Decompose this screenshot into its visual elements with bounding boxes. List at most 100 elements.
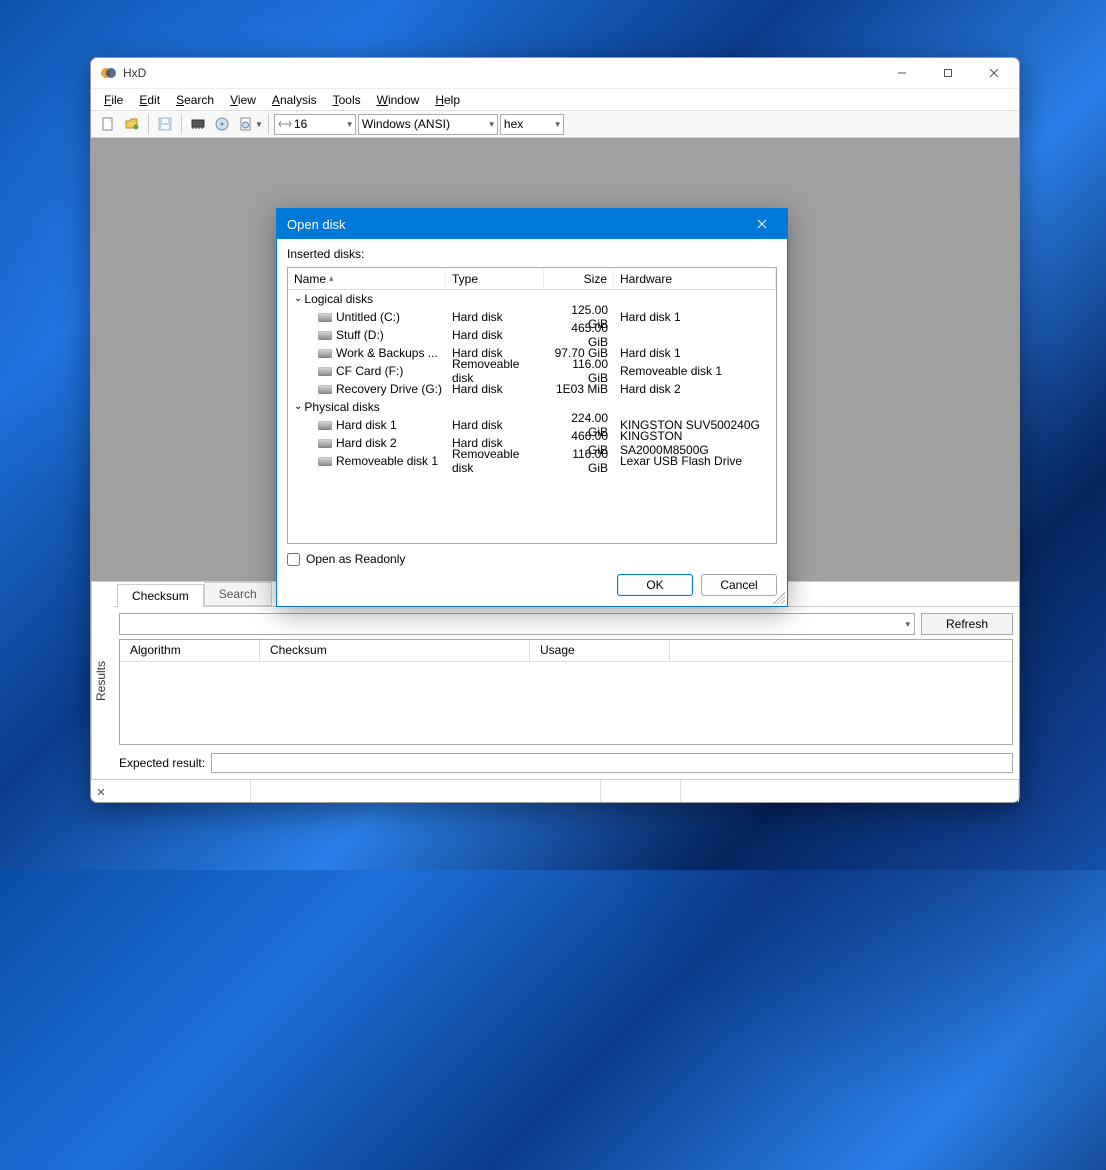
disk-row[interactable]: Recovery Drive (G:)Hard disk1E03 MiBHard… xyxy=(288,380,776,398)
bottom-panel: Results Checksum Search ▾ Refresh Algori… xyxy=(91,582,1019,779)
disk-icon xyxy=(318,457,332,466)
open-disk-dialog: Open disk Inserted disks: Name ▴ Type Si… xyxy=(276,208,788,607)
disk-image-icon xyxy=(238,116,254,132)
number-base-value: hex xyxy=(504,117,523,131)
maximize-button[interactable] xyxy=(925,58,971,88)
new-file-button[interactable] xyxy=(97,113,119,135)
open-readonly-checkbox[interactable]: Open as Readonly xyxy=(287,552,777,566)
refresh-button[interactable]: Refresh xyxy=(921,613,1013,635)
readonly-label: Open as Readonly xyxy=(306,552,405,566)
menu-search[interactable]: Search xyxy=(169,91,221,109)
disk-size: 116.00 GiB xyxy=(544,357,614,385)
close-icon xyxy=(989,68,999,78)
menu-help[interactable]: Help xyxy=(428,91,467,109)
disk-image-button[interactable] xyxy=(235,113,257,135)
disk-name: Work & Backups ... xyxy=(336,346,438,360)
minimize-button[interactable] xyxy=(879,58,925,88)
disk-type: Hard disk xyxy=(446,382,544,396)
disk-name: Untitled (C:) xyxy=(336,310,400,324)
disk-size: 116.00 GiB xyxy=(544,447,614,475)
chevron-down-icon: ▾ xyxy=(905,619,910,630)
col-usage[interactable]: Usage xyxy=(530,640,670,661)
readonly-checkbox-input[interactable] xyxy=(287,553,300,566)
disk-button[interactable] xyxy=(211,113,233,135)
cancel-button[interactable]: Cancel xyxy=(701,574,777,596)
disk-icon xyxy=(318,421,332,430)
ram-icon xyxy=(190,116,206,132)
disk-list[interactable]: Name ▴ Type Size Hardware ⌄ Logical disk… xyxy=(287,267,777,544)
col-checksum[interactable]: Checksum xyxy=(260,640,530,661)
disk-icon xyxy=(318,313,332,322)
chevron-down-icon: ⌄ xyxy=(294,401,302,412)
menubar: File Edit Search View Analysis Tools Win… xyxy=(91,88,1019,110)
dialog-close-button[interactable] xyxy=(747,209,777,239)
save-icon xyxy=(157,116,173,132)
ok-button[interactable]: OK xyxy=(617,574,693,596)
dialog-titlebar[interactable]: Open disk xyxy=(277,209,787,239)
group-label: Physical disks xyxy=(304,400,379,414)
panel-close-button[interactable]: ✕ xyxy=(93,784,109,800)
algorithm-combo[interactable]: ▾ xyxy=(119,613,915,635)
col-header-name[interactable]: Name ▴ xyxy=(288,269,446,289)
disk-hardware: Removeable disk 1 xyxy=(614,364,776,378)
app-icon xyxy=(101,65,117,81)
expected-result-label: Expected result: xyxy=(119,756,205,770)
disk-group[interactable]: ⌄ Physical disks xyxy=(288,398,776,416)
disk-type: Hard disk xyxy=(446,310,544,324)
menu-edit[interactable]: Edit xyxy=(132,91,167,109)
menu-analysis[interactable]: Analysis xyxy=(265,91,324,109)
col-header-type[interactable]: Type xyxy=(446,269,544,289)
disk-size: 465.00 GiB xyxy=(544,321,614,349)
disk-group[interactable]: ⌄ Logical disks xyxy=(288,290,776,308)
disk-type: Removeable disk xyxy=(446,447,544,475)
disk-size: 1E03 MiB xyxy=(544,382,614,396)
disk-type: Removeable disk xyxy=(446,357,544,385)
disk-name: Hard disk 1 xyxy=(336,418,397,432)
disk-name: Stuff (D:) xyxy=(336,328,384,342)
disk-icon xyxy=(318,331,332,340)
statusbar xyxy=(91,779,1019,802)
encoding-select[interactable]: Windows (ANSI) ▾ xyxy=(358,114,498,135)
maximize-icon xyxy=(943,68,953,78)
titlebar[interactable]: HxD xyxy=(91,58,1019,88)
tab-search[interactable]: Search xyxy=(204,582,272,606)
menu-view[interactable]: View xyxy=(223,91,263,109)
new-file-icon xyxy=(100,116,116,132)
close-button[interactable] xyxy=(971,58,1017,88)
ram-button[interactable] xyxy=(187,113,209,135)
open-file-button[interactable] xyxy=(121,113,143,135)
dropdown-arrow-icon[interactable]: ▼ xyxy=(255,120,263,129)
sort-asc-icon: ▴ xyxy=(329,273,334,284)
disk-name: Recovery Drive (G:) xyxy=(336,382,442,396)
bytes-per-row-value: 16 xyxy=(294,117,307,131)
col-algorithm[interactable]: Algorithm xyxy=(120,640,260,661)
open-folder-icon xyxy=(124,116,140,132)
resize-grip[interactable] xyxy=(773,592,785,604)
disk-icon xyxy=(318,367,332,376)
disk-row[interactable]: CF Card (F:)Removeable disk116.00 GiBRem… xyxy=(288,362,776,380)
col-header-hardware[interactable]: Hardware xyxy=(614,269,776,289)
disk-icon xyxy=(214,116,230,132)
expected-result-input[interactable] xyxy=(211,753,1013,773)
col-header-size[interactable]: Size xyxy=(544,269,614,289)
menu-file[interactable]: File xyxy=(97,91,130,109)
disk-row[interactable]: Removeable disk 1Removeable disk116.00 G… xyxy=(288,452,776,470)
number-base-select[interactable]: hex ▾ xyxy=(500,114,564,135)
disk-row[interactable]: Stuff (D:)Hard disk465.00 GiB xyxy=(288,326,776,344)
tab-checksum[interactable]: Checksum xyxy=(117,584,204,607)
disk-row[interactable]: Untitled (C:)Hard disk125.00 GiBHard dis… xyxy=(288,308,776,326)
disk-hardware: Hard disk 1 xyxy=(614,346,776,360)
group-label: Logical disks xyxy=(304,292,373,306)
encoding-value: Windows (ANSI) xyxy=(362,117,450,131)
bytes-per-row-select[interactable]: 16 ▾ xyxy=(274,114,356,135)
chevron-down-icon: ▾ xyxy=(347,119,352,130)
checksum-table: Algorithm Checksum Usage xyxy=(119,639,1013,745)
save-button[interactable] xyxy=(154,113,176,135)
disk-icon xyxy=(318,439,332,448)
inserted-disks-label: Inserted disks: xyxy=(287,247,777,261)
menu-tools[interactable]: Tools xyxy=(326,91,368,109)
menu-window[interactable]: Window xyxy=(370,91,427,109)
close-icon xyxy=(757,219,767,229)
minimize-icon xyxy=(897,68,907,78)
results-panel-label[interactable]: Results xyxy=(91,582,113,779)
